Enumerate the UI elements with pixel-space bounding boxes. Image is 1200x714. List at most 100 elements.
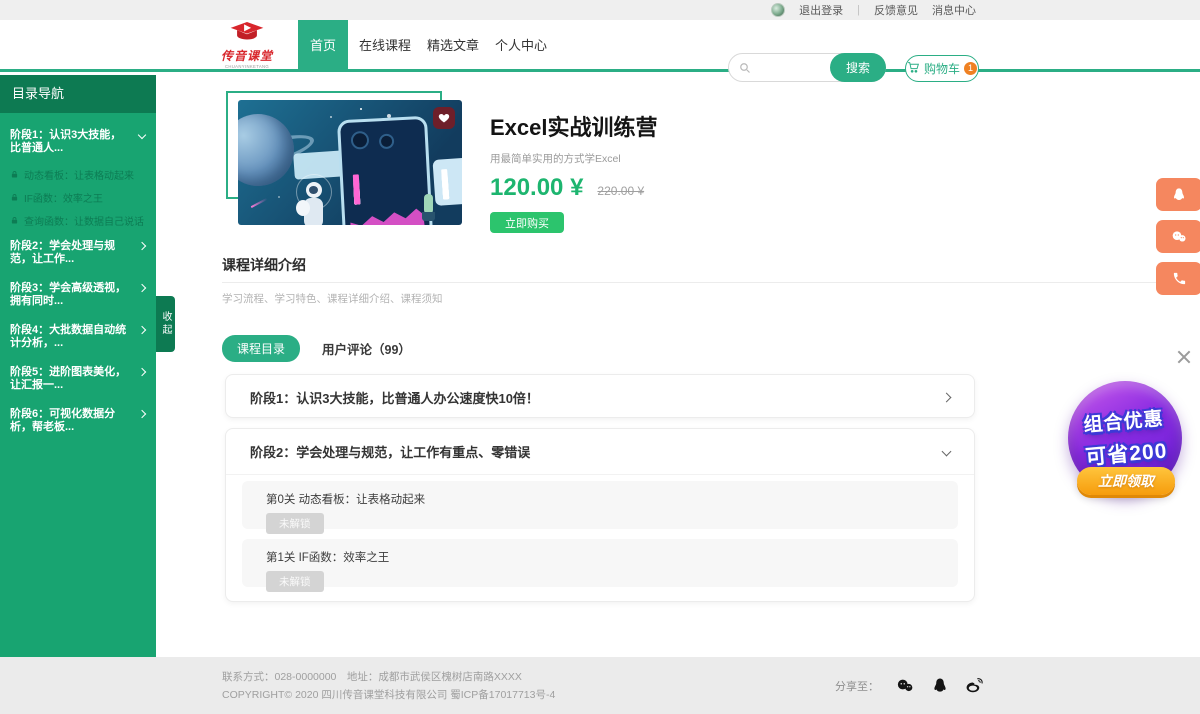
search-box: 搜索 bbox=[728, 53, 886, 82]
share-qq-button[interactable] bbox=[931, 677, 949, 695]
topbar: 退出登录 | 反馈意见 消息中心 bbox=[0, 0, 1200, 20]
sidebar-item-stage1[interactable]: 阶段1：认识3大技能，比普通人... bbox=[0, 121, 156, 163]
claim-coupon-button[interactable]: 立即领取 bbox=[1077, 467, 1175, 495]
wechat-icon bbox=[1170, 229, 1188, 245]
wechat-contact-button[interactable] bbox=[1156, 220, 1200, 253]
sidebar-item-label: 阶段4：大批数据自动统计分析，... bbox=[10, 324, 126, 349]
detail-description: 学习流程、学习特色、课程详细介绍、课程须知 bbox=[222, 291, 443, 306]
logo-icon bbox=[229, 30, 265, 47]
bar-chart-icon bbox=[353, 167, 419, 204]
stage1-accordion: 阶段1：认识3大技能，比普通人办公速度快10倍！ bbox=[225, 374, 975, 418]
astronaut-visor bbox=[309, 186, 318, 194]
stage2-accordion: 阶段2：学会处理与规范，让工作有重点、零错误 第0关 动态看板：让表格动起来 未… bbox=[225, 428, 975, 602]
nav-item-home[interactable]: 首页 bbox=[298, 20, 348, 72]
sidebar-subitem-label: IF函数：效率之王 bbox=[24, 190, 103, 205]
nav-item-profile[interactable]: 个人中心 bbox=[488, 20, 554, 72]
sidebar-subitem-label: 查询函数：让数据自己说话 bbox=[24, 213, 144, 228]
topbar-divider: | bbox=[857, 4, 860, 16]
qq-contact-button[interactable] bbox=[1156, 178, 1200, 211]
cart-button[interactable]: 购物车 1 bbox=[905, 55, 979, 82]
lesson-status-badge: 未解锁 bbox=[266, 513, 324, 534]
sidebar-collapse-tab[interactable]: 收起 bbox=[156, 296, 175, 352]
area-chart-icon bbox=[349, 203, 424, 225]
nav-item-online-courses[interactable]: 在线课程 bbox=[352, 20, 418, 72]
planet bbox=[238, 114, 294, 186]
course-title: Excel实战训练营 bbox=[490, 110, 850, 142]
pie-chart-icon bbox=[379, 133, 395, 149]
chevron-down-icon bbox=[138, 131, 146, 139]
cart-icon bbox=[907, 61, 920, 77]
tab-course-catalog[interactable]: 课程目录 bbox=[222, 335, 300, 362]
lock-icon bbox=[10, 170, 19, 179]
course-thumbnail[interactable] bbox=[238, 100, 462, 225]
search-button[interactable]: 搜索 bbox=[830, 53, 886, 82]
sidebar-item-label: 阶段1：认识3大技能，比普通人... bbox=[10, 129, 121, 154]
sidebar-item-label: 阶段3：学会高级透视，拥有同时... bbox=[10, 282, 126, 307]
feedback-link[interactable]: 反馈意见 bbox=[874, 2, 918, 18]
chevron-right-icon bbox=[942, 392, 952, 402]
chevron-right-icon bbox=[138, 284, 146, 292]
promo-line1: 组合优惠 bbox=[1066, 402, 1182, 439]
stage2-accordion-header[interactable]: 阶段2：学会处理与规范，让工作有重点、零错误 bbox=[226, 429, 974, 475]
stage2-title: 阶段2：学会处理与规范，让工作有重点、零错误 bbox=[250, 442, 530, 461]
phone-contact-button[interactable] bbox=[1156, 262, 1200, 295]
sidebar-item-stage3[interactable]: 阶段3：学会高级透视，拥有同时... bbox=[0, 274, 156, 316]
stage1-title: 阶段1：认识3大技能，比普通人办公速度快10倍！ bbox=[250, 388, 539, 407]
chart-panel-right bbox=[432, 156, 462, 206]
navbar: 传音课堂 CHUANYINKETANG 首页 在线课程 精选文章 个人中心 搜索… bbox=[0, 20, 1200, 72]
sidebar-item-stage4[interactable]: 阶段4：大批数据自动统计分析，... bbox=[0, 316, 156, 358]
lesson-row-0[interactable]: 第0关 动态看板：让表格动起来 未解锁 bbox=[242, 481, 958, 529]
sidebar-subitem-dashboard[interactable]: 动态看板：让表格动起来 bbox=[0, 163, 156, 186]
astronaut-backpack bbox=[296, 200, 310, 216]
lock-icon bbox=[10, 216, 19, 225]
section-divider bbox=[222, 282, 1193, 283]
favorite-button[interactable] bbox=[433, 107, 455, 129]
comet bbox=[251, 198, 268, 208]
heart-icon bbox=[438, 112, 450, 124]
user-avatar[interactable] bbox=[771, 3, 785, 17]
detail-section-title: 课程详细介绍 bbox=[222, 255, 306, 275]
share-weibo-button[interactable] bbox=[964, 676, 985, 695]
page: 退出登录 | 反馈意见 消息中心 传音课堂 CHUANYINKETANG 首页 … bbox=[0, 0, 1200, 714]
chevron-right-icon bbox=[138, 326, 146, 334]
logo-subtitle: CHUANYINKETANG bbox=[221, 64, 274, 69]
promo-close-icon[interactable] bbox=[1175, 348, 1193, 366]
chevron-right-icon bbox=[138, 410, 146, 418]
sidebar-item-label: 阶段6：可视化数据分析，帮老板... bbox=[10, 408, 115, 433]
search-icon bbox=[739, 62, 751, 74]
share-label: 分享至： bbox=[835, 678, 879, 694]
sidebar-item-label: 阶段5：进阶图表美化，让汇报一... bbox=[10, 366, 126, 391]
lesson-status-badge: 未解锁 bbox=[266, 571, 324, 592]
qq-icon bbox=[1171, 187, 1187, 203]
weibo-icon bbox=[964, 676, 985, 695]
tab-user-reviews[interactable]: 用户评论（99） bbox=[322, 339, 411, 358]
cactus bbox=[424, 194, 433, 214]
detail-tabs: 课程目录 用户评论（99） bbox=[222, 335, 411, 362]
sidebar-subitem-lookup-function[interactable]: 查询函数：让数据自己说话 bbox=[0, 209, 156, 232]
sidebar-item-stage5[interactable]: 阶段5：进阶图表美化，让汇报一... bbox=[0, 358, 156, 400]
course-original-price: 220.00 ¥ bbox=[597, 184, 644, 198]
sidebar-item-stage2[interactable]: 阶段2：学会处理与规范，让工作... bbox=[0, 232, 156, 274]
sidebar-title: 目录导航 bbox=[0, 75, 156, 113]
lesson-name: 第1关 IF函数：效率之王 bbox=[266, 549, 934, 565]
buy-now-button[interactable]: 立即购买 bbox=[490, 212, 564, 233]
nav-item-featured-articles[interactable]: 精选文章 bbox=[420, 20, 486, 72]
cart-label: 购物车 bbox=[924, 60, 960, 77]
cactus-pot bbox=[422, 212, 435, 221]
catalog-sidebar: 目录导航 阶段1：认识3大技能，比普通人... 动态看板：让表格动起来 IF函数… bbox=[0, 75, 156, 657]
messages-link[interactable]: 消息中心 bbox=[932, 2, 976, 18]
share-wechat-button[interactable] bbox=[894, 677, 916, 695]
mini-bar-chart-icon bbox=[441, 164, 462, 199]
sidebar-subitem-if-function[interactable]: IF函数：效率之王 bbox=[0, 186, 156, 209]
logout-link[interactable]: 退出登录 bbox=[799, 2, 843, 18]
cart-badge: 1 bbox=[964, 62, 977, 75]
pie-chart-icon bbox=[351, 131, 370, 150]
stars bbox=[238, 100, 240, 102]
footer: 联系方式：028-0000000 地址：成都市武侯区槐树店南路XXXX COPY… bbox=[0, 657, 1200, 714]
lesson-row-1[interactable]: 第1关 IF函数：效率之王 未解锁 bbox=[242, 539, 958, 587]
logo-title: 传音课堂 bbox=[216, 47, 278, 64]
course-info: Excel实战训练营 用最简单实用的方式学Excel 120.00 ¥ 220.… bbox=[490, 110, 850, 233]
sidebar-item-stage6[interactable]: 阶段6：可视化数据分析，帮老板... bbox=[0, 400, 156, 442]
logo[interactable]: 传音课堂 CHUANYINKETANG bbox=[216, 22, 278, 70]
stage1-accordion-header[interactable]: 阶段1：认识3大技能，比普通人办公速度快10倍！ bbox=[226, 375, 974, 419]
